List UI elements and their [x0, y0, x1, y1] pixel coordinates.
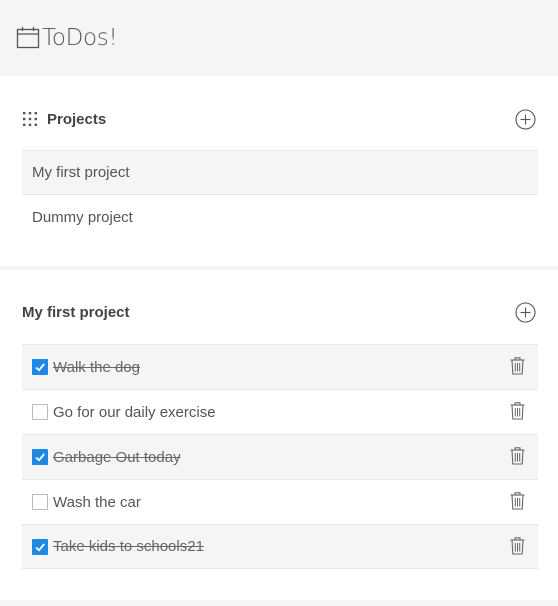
todo-list: Walk the dog Go for our daily exercise G… — [22, 344, 538, 569]
app-title: ToDos! — [42, 25, 118, 51]
project-list: My first project Dummy project — [22, 150, 538, 240]
todo-checkbox[interactable] — [32, 404, 48, 420]
checkmark-icon — [35, 542, 45, 551]
todos-header: My first project — [22, 297, 536, 327]
todo-row: Garbage Out today — [22, 434, 538, 479]
todo-row: Go for our daily exercise — [22, 389, 538, 434]
plus-circle-icon — [514, 301, 536, 323]
project-label: Dummy project — [32, 209, 133, 226]
todo-row: Take kids to schools21 — [22, 524, 538, 569]
calendar-icon — [16, 26, 40, 50]
todo-checkbox[interactable] — [32, 538, 48, 555]
todo-app: ToDos! Projects My first project Dummy p… — [0, 0, 558, 606]
projects-header: Projects — [22, 104, 536, 134]
app-header: ToDos! — [0, 0, 558, 76]
todo-text: Wash the car — [53, 493, 141, 511]
todo-text: Go for our daily exercise — [53, 403, 216, 421]
projects-panel: Projects My first project Dummy project — [0, 76, 558, 266]
project-item-dummy-project[interactable]: Dummy project — [22, 195, 538, 240]
todo-row: Wash the car — [22, 479, 538, 524]
project-item-my-first-project[interactable]: My first project — [22, 150, 538, 195]
add-project-button[interactable] — [514, 108, 536, 130]
grid-dots-icon — [22, 110, 40, 128]
trash-icon[interactable] — [509, 446, 525, 466]
trash-icon[interactable] — [509, 491, 525, 511]
add-todo-button[interactable] — [514, 301, 536, 323]
trash-icon[interactable] — [509, 356, 525, 376]
todo-checkbox[interactable] — [32, 359, 48, 375]
project-label: My first project — [32, 164, 130, 181]
plus-circle-icon — [514, 108, 536, 130]
todo-text: Garbage Out today — [53, 448, 181, 466]
todo-row: Walk the dog — [22, 344, 538, 389]
todos-title: My first project — [22, 303, 130, 321]
todos-panel: My first project Walk the dog Go for our… — [0, 270, 558, 600]
checkmark-icon — [35, 453, 45, 462]
trash-icon[interactable] — [509, 401, 525, 421]
checkmark-icon — [35, 363, 45, 372]
todo-text: Walk the dog — [53, 358, 140, 376]
trash-icon[interactable] — [509, 536, 525, 556]
todo-text: Take kids to schools21 — [53, 538, 204, 555]
todo-checkbox[interactable] — [32, 494, 48, 510]
projects-title: Projects — [47, 110, 107, 128]
todo-checkbox[interactable] — [32, 449, 48, 465]
